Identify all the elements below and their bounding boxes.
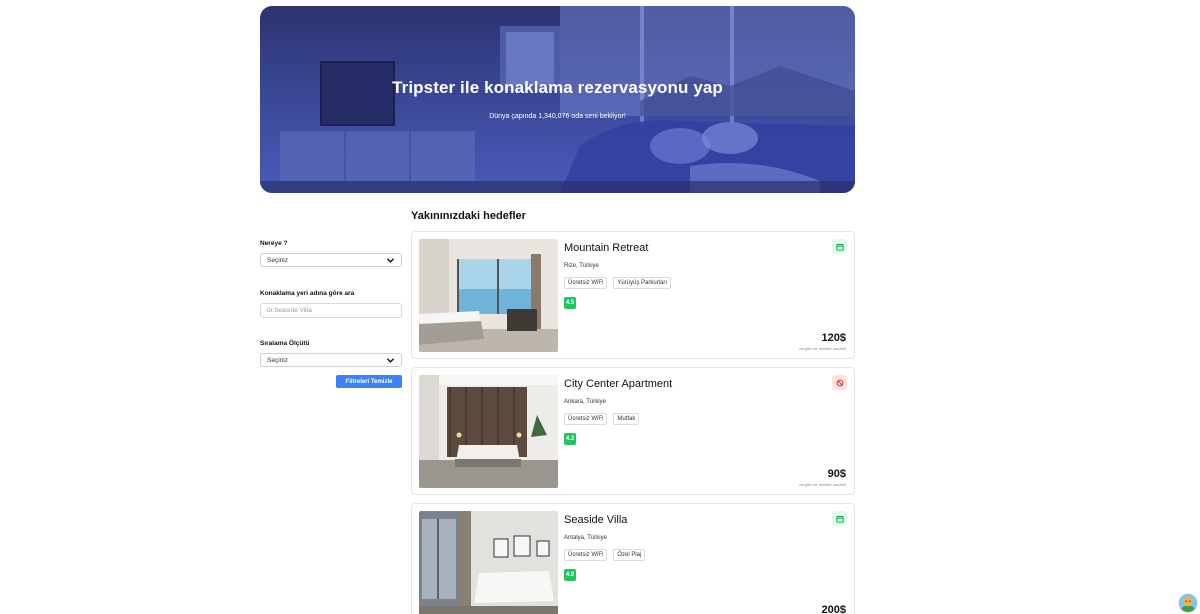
rating-badge: 4.2	[564, 433, 576, 445]
assistant-avatar-button[interactable]	[1178, 593, 1198, 613]
unavailable-icon	[836, 379, 843, 386]
listing-photo[interactable]	[419, 375, 558, 488]
listing-card[interactable]: City Center Apartment Ankara, Türkiye Üc…	[411, 367, 855, 495]
listing-tag: Mutfak	[613, 413, 640, 425]
price-note: vergiler ve ücretler dahildir	[799, 346, 846, 351]
listing-card[interactable]: Seaside Villa Antalya, Türkiye Ücretsiz …	[411, 503, 855, 614]
listing-location: Antalya, Türkiye	[564, 535, 607, 541]
hero-subtitle: Dünya çapında 1,340,076 oda seni bekliyo…	[489, 113, 626, 120]
hero-banner: Tripster ile konaklama rezervasyonu yap …	[260, 6, 855, 193]
calendar-check-icon	[835, 515, 844, 523]
hero-background-image	[260, 6, 855, 193]
availability-badge	[832, 239, 847, 254]
destination-select[interactable]: Seçiniz	[260, 253, 402, 267]
listing-price: 90$	[827, 468, 846, 480]
availability-badge	[832, 511, 847, 526]
availability-badge	[832, 375, 847, 390]
sort-select-value: Seçiniz	[267, 356, 288, 364]
search-label: Konaklama yeri adına göre ara	[260, 290, 355, 297]
rating-badge: 4.5	[564, 297, 576, 309]
bedroom-image	[419, 375, 558, 488]
listing-tag: Ücretsiz WiFi	[564, 277, 608, 289]
sort-select[interactable]: Seçiniz	[260, 353, 402, 367]
bedroom-image	[419, 239, 558, 352]
listing-name[interactable]: Mountain Retreat	[564, 242, 648, 254]
sort-label: Sıralama Ölçütü	[260, 340, 310, 347]
rating-badge: 4.9	[564, 569, 576, 581]
listing-location: Ankara, Türkiye	[564, 399, 606, 405]
listing-photo[interactable]	[419, 511, 558, 614]
clear-filters-button[interactable]: Filtreleri Temizle	[336, 375, 402, 388]
listing-tag: Özel Plaj	[613, 549, 646, 561]
price-note: vergiler ve ücretler dahildir	[799, 482, 846, 487]
calendar-check-icon	[835, 243, 844, 251]
bedroom-image	[419, 511, 558, 614]
listing-name[interactable]: Seaside Villa	[564, 514, 627, 526]
listing-price: 120$	[821, 332, 846, 344]
listing-photo[interactable]	[419, 239, 558, 352]
destination-label: Nereye ?	[260, 240, 288, 247]
chevron-down-icon	[387, 357, 394, 363]
listing-tags: Ücretsiz WiFi Mutfak	[564, 413, 640, 425]
avatar-icon	[1179, 594, 1197, 612]
listing-tag: Yürüyüş Parkurları	[613, 277, 672, 289]
listing-tag: Ücretsiz WiFi	[564, 549, 608, 561]
filters-panel: Nereye ? Seçiniz Konaklama yeri adına gö…	[260, 240, 402, 367]
listing-name[interactable]: City Center Apartment	[564, 378, 672, 390]
listing-price: 200$	[821, 604, 846, 614]
search-input[interactable]: ör.Seaside Villa	[260, 303, 402, 318]
hero-title: Tripster ile konaklama rezervasyonu yap	[392, 78, 723, 97]
listing-location: Rize, Türkiye	[564, 263, 599, 269]
search-input-placeholder: ör.Seaside Villa	[267, 307, 312, 314]
section-title: Yakınınızdaki hedefler	[411, 210, 526, 222]
listing-tags: Ücretsiz WiFi Özel Plaj	[564, 549, 646, 561]
listing-tag: Ücretsiz WiFi	[564, 413, 608, 425]
listing-tags: Ücretsiz WiFi Yürüyüş Parkurları	[564, 277, 672, 289]
chevron-down-icon	[387, 257, 394, 263]
listing-card[interactable]: Mountain Retreat Rize, Türkiye Ücretsiz …	[411, 231, 855, 359]
destination-select-value: Seçiniz	[267, 256, 288, 264]
